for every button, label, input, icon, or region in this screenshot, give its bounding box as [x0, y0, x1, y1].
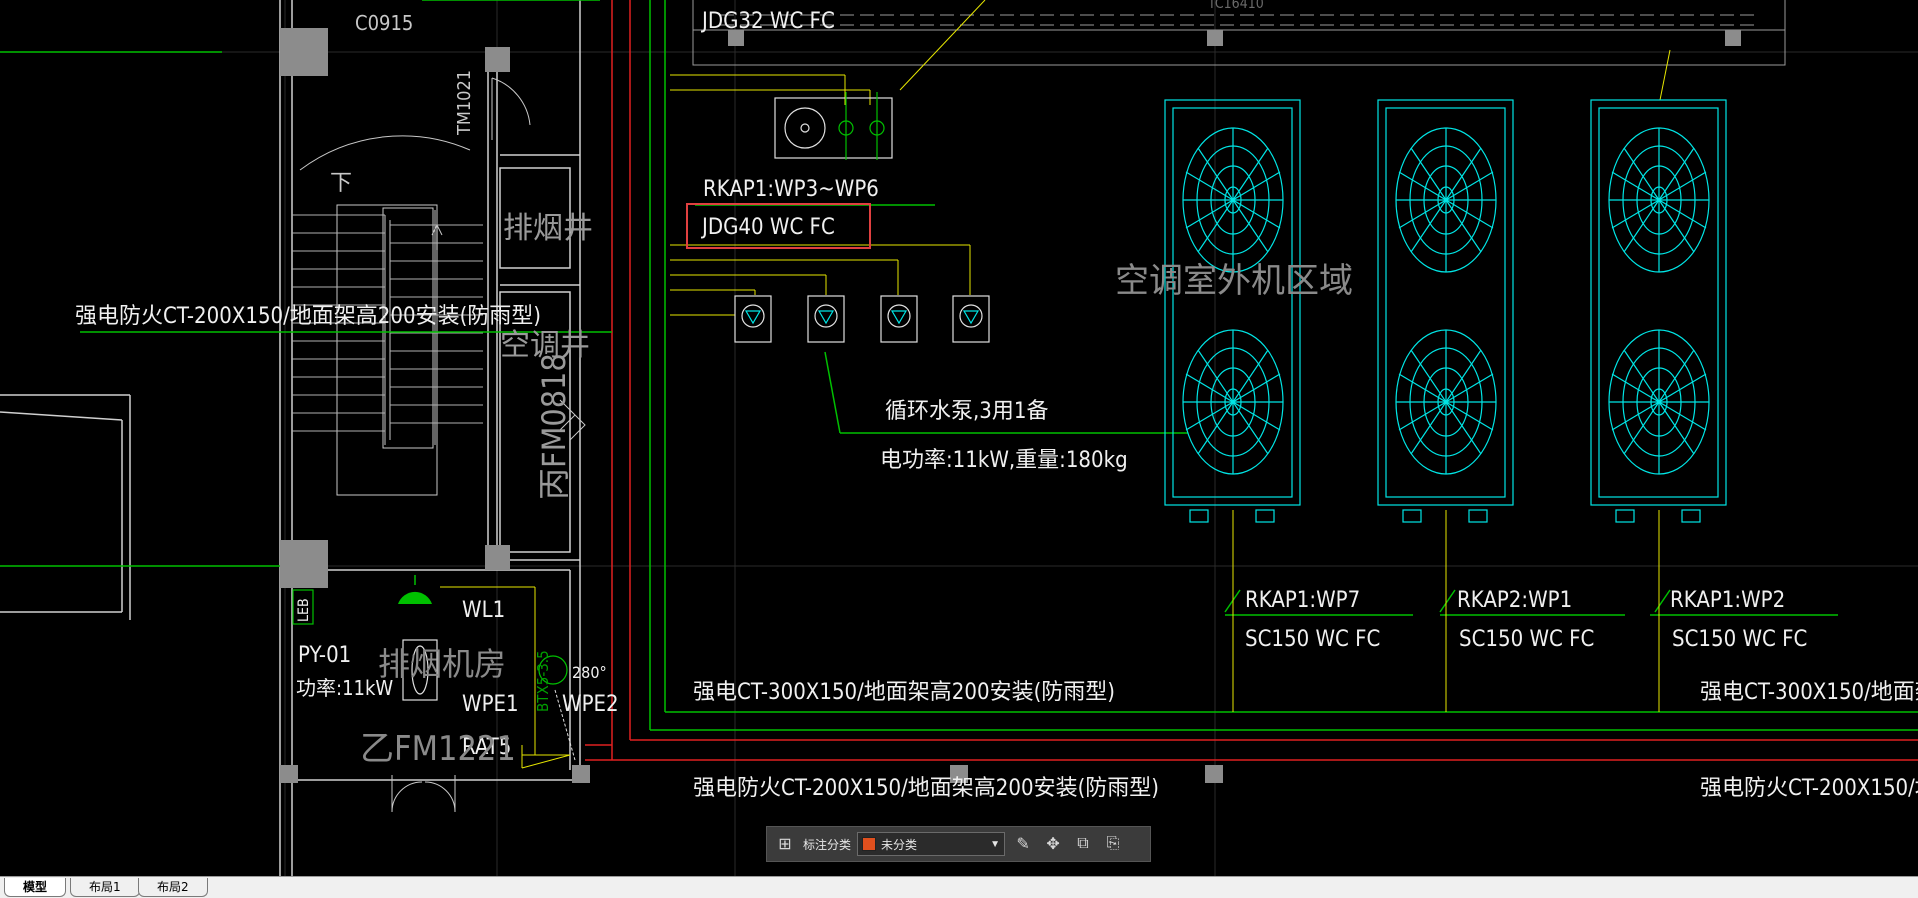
tray-main-label: 强电CT-300X150/地面架高200安装(防雨型) — [693, 680, 1115, 705]
door-bing-label: 丙FM0818 — [535, 353, 573, 500]
top-faint-label: TC16410 — [1207, 0, 1264, 12]
sc150-a-label: SC150 WC FC — [1245, 627, 1380, 652]
chevron-down-icon: ▼ — [990, 838, 1001, 850]
grid-lines — [0, 0, 1918, 876]
copy-icon[interactable]: ⧉ — [1071, 832, 1095, 856]
door-c0915-label: C0915 — [355, 11, 413, 35]
angle-label: 280° — [572, 663, 607, 682]
pump-r-label: BTX5-3.5 — [534, 650, 552, 712]
pump-unit-top — [774, 97, 893, 159]
fan-room-label: 排烟机房 — [378, 645, 506, 683]
rkap-feed-label: RKAP1:WP3~WP6 — [703, 177, 879, 202]
wpe2-label: WPE2 — [562, 692, 619, 717]
anno-category-value: 未分类 — [881, 837, 918, 852]
door-tm1021-label: TM1021 — [454, 70, 475, 136]
py01-label: PY-01 — [298, 643, 351, 668]
stair-down-label: 下 — [330, 171, 352, 196]
move-icon[interactable]: ✥ — [1041, 832, 1065, 856]
outdoor-area-label: 空调室外机区域 — [1115, 261, 1353, 301]
fm-door-label: 乙FM1221 — [360, 729, 516, 769]
rk-wp1-label: RKAP2:WP1 — [1457, 588, 1572, 613]
sc150-b-label: SC150 WC FC — [1459, 627, 1594, 652]
tray-fire-bottom-right-label: 强电防火CT-200X150/地面架高 — [1700, 776, 1918, 801]
cad-drawing-canvas[interactable]: TC16410 C0915 TM1021 下 排烟井 空调井 丙FM0818 强… — [0, 0, 1918, 876]
circulation-pumps — [734, 295, 990, 343]
pump-symbols — [744, 310, 980, 325]
leb-label: LEB — [296, 598, 312, 622]
tab-layout1[interactable]: 布局1 — [70, 878, 140, 897]
wl1-label: WL1 — [462, 598, 505, 623]
anno-category-select[interactable]: 未分类 ▼ — [857, 832, 1006, 856]
cable-jdg32-label: JDG32 WC FC — [700, 9, 835, 34]
edit-icon[interactable]: ✎ — [1011, 832, 1035, 856]
paste-icon[interactable]: ⎘ — [1101, 832, 1125, 856]
tray-fire-bottom-label: 强电防火CT-200X150/地面架高200安装(防雨型) — [693, 776, 1159, 801]
outdoor-ac-units — [1164, 99, 1727, 523]
pump-note-1: 循环水泵,3用1备 — [885, 399, 1048, 424]
cable-jdg40-label: JDG40 WC FC — [700, 215, 835, 240]
annotation-toolbar: ⊞ 标注分类 未分类 ▼ ✎ ✥ ⧉ ⎘ — [766, 826, 1151, 862]
pump-unit-valves — [838, 92, 885, 160]
tray-left-label: 强电防火CT-200X150/地面架高200安装(防雨型) — [75, 304, 541, 329]
conduit-lines — [440, 0, 1671, 769]
cable-tray-lines — [0, 0, 1918, 731]
sc150-c-label: SC150 WC FC — [1672, 627, 1807, 652]
wpe1-label: WPE1 — [462, 692, 519, 717]
tab-model[interactable]: 模型 — [4, 878, 67, 897]
smoke-shaft-label: 排烟井 — [503, 211, 593, 246]
tab-layout2[interactable]: 布局2 — [138, 878, 208, 897]
rk-wp2-label: RKAP1:WP2 — [1670, 588, 1785, 613]
grid-icon[interactable]: ⊞ — [773, 832, 797, 856]
anno-category-label: 标注分类 — [803, 837, 852, 852]
tray-main-right-label: 强电CT-300X150/地面架高 — [1700, 680, 1918, 705]
color-swatch — [862, 837, 877, 851]
rk-wp7-label: RKAP1:WP7 — [1245, 588, 1360, 613]
pump-note-2: 电功率:11kW,重量:180kg — [880, 448, 1128, 473]
layout-tab-bar: 模型 布局1 布局2 — [0, 876, 1918, 898]
